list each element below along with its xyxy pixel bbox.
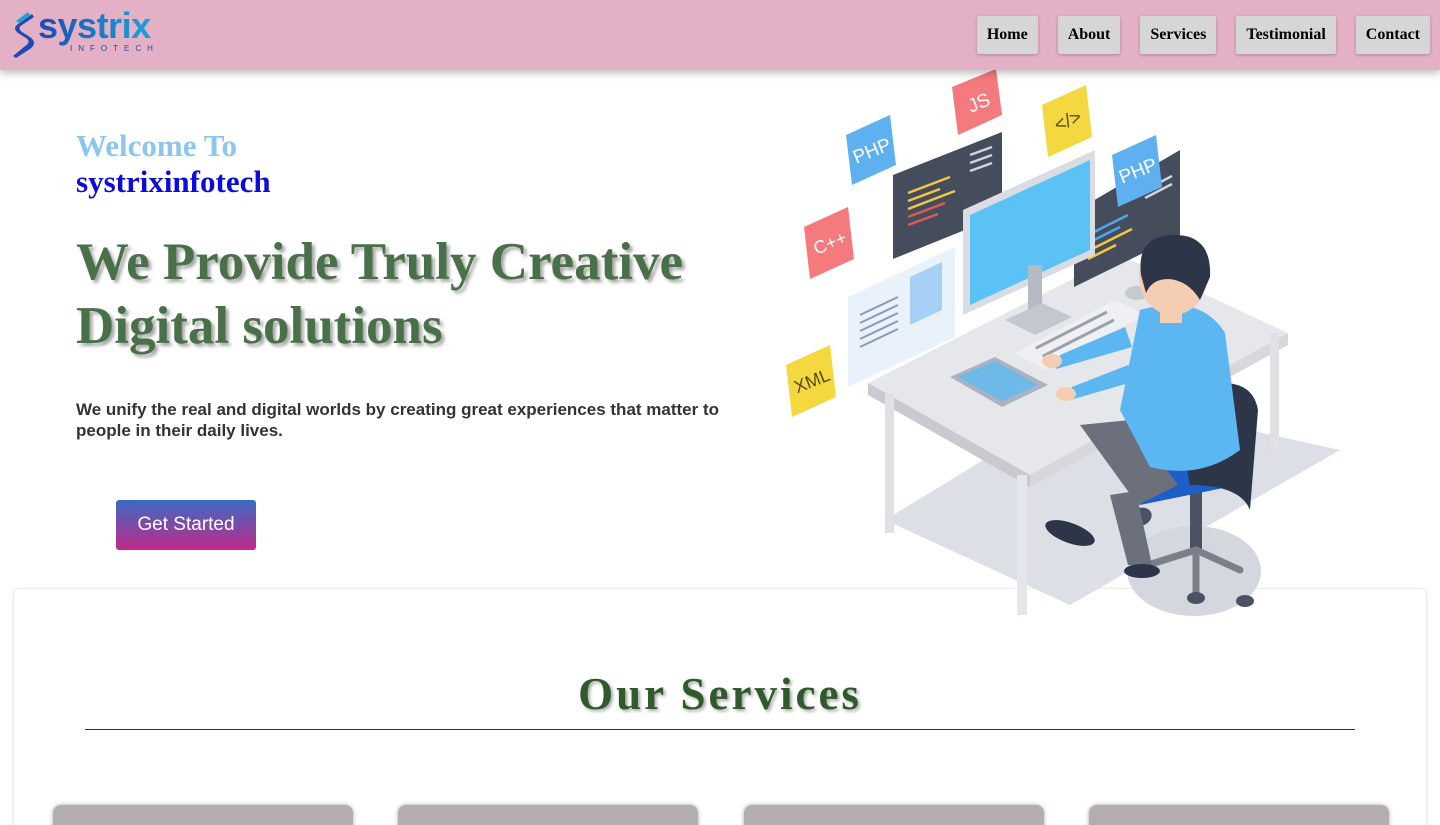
php-tag-left: PHP bbox=[846, 115, 896, 185]
service-card[interactable] bbox=[744, 805, 1044, 825]
js-tag: JS bbox=[952, 69, 1002, 135]
xml-tag: XML bbox=[786, 345, 836, 417]
logo-text: systrix bbox=[38, 5, 151, 46]
hero-description: We unify the real and digital worlds by … bbox=[76, 400, 720, 440]
service-card[interactable] bbox=[53, 805, 353, 825]
services-divider bbox=[85, 729, 1355, 730]
service-card[interactable] bbox=[1089, 805, 1389, 825]
code-tag: </> bbox=[1042, 85, 1092, 157]
logo[interactable]: systrix INFOTECH bbox=[10, 5, 170, 62]
site-header: systrix INFOTECH Home About Services Tes… bbox=[0, 0, 1440, 70]
hero-title: We Provide Truly Creative Digital soluti… bbox=[76, 233, 683, 355]
hero-brand-name: systrixinfotech bbox=[76, 164, 271, 199]
nav-testimonial-button[interactable]: Testimonial bbox=[1236, 16, 1336, 54]
get-started-button[interactable]: Get Started bbox=[116, 500, 256, 550]
logo-s-icon bbox=[13, 12, 34, 58]
nav-about-button[interactable]: About bbox=[1057, 16, 1121, 54]
hero-welcome-text: Welcome To bbox=[76, 128, 238, 163]
nav-services-button[interactable]: Services bbox=[1140, 16, 1217, 54]
services-title: Our Services bbox=[578, 669, 862, 719]
services-section: Our Services bbox=[14, 589, 1426, 825]
main-nav: Home About Services Testimonial Contact bbox=[976, 16, 1430, 54]
nav-contact-button[interactable]: Contact bbox=[1355, 16, 1430, 54]
developer-illustration: PHP JS </> PHP C++ XML bbox=[786, 69, 1340, 616]
service-card[interactable] bbox=[398, 805, 698, 825]
nav-home-button[interactable]: Home bbox=[976, 16, 1038, 54]
logo-subtext: INFOTECH bbox=[70, 44, 159, 53]
cpp-tag: C++ bbox=[804, 207, 854, 279]
